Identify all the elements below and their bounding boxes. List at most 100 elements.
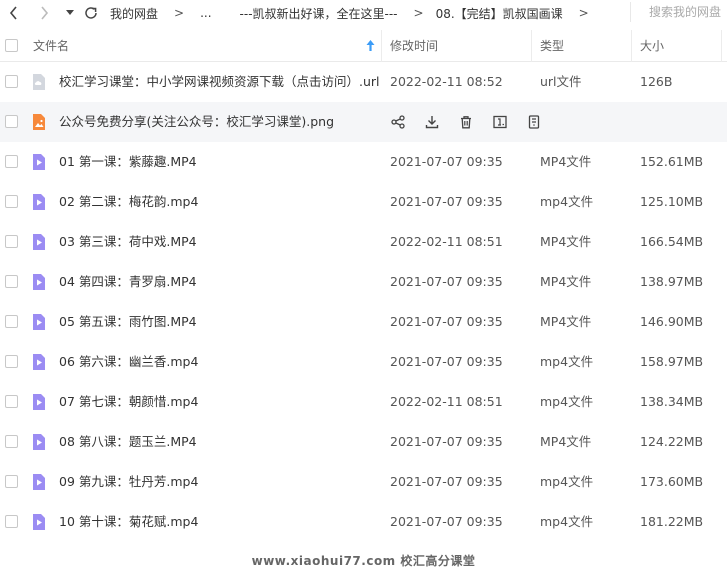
chevron-right-icon: > <box>413 6 424 20</box>
row-checkbox[interactable] <box>5 395 18 411</box>
column-divider[interactable] <box>381 30 382 62</box>
file-row[interactable]: 01 第一课：紫藤趣.MP4 2021-07-07 09:35 MP4文件 15… <box>0 142 727 182</box>
file-name[interactable]: 05 第五课：雨竹图.MP4 <box>59 302 197 342</box>
column-header-name[interactable]: 文件名 <box>33 30 69 62</box>
share-button[interactable] <box>390 114 406 130</box>
file-modified: 2021-07-07 09:35 <box>390 434 503 449</box>
file-row[interactable]: 08 第八课：题玉兰.MP4 2021-07-07 09:35 MP4文件 12… <box>0 422 727 462</box>
file-name[interactable]: 09 第九课：牡丹芳.mp4 <box>59 462 198 502</box>
row-checkbox[interactable] <box>5 355 18 371</box>
delete-button[interactable] <box>458 114 474 130</box>
file-size: 181.22MB <box>640 514 704 529</box>
file-type: url文件 <box>540 74 582 89</box>
more-button[interactable] <box>526 114 542 130</box>
file-size: 166.54MB <box>640 234 704 249</box>
video-file-icon <box>33 434 45 450</box>
file-type: mp4文件 <box>540 394 594 409</box>
file-type: MP4文件 <box>540 434 592 449</box>
file-name[interactable]: 10 第十课：菊花赋.mp4 <box>59 502 198 542</box>
file-row[interactable]: 03 第三课：荷中戏.MP4 2022-02-11 08:51 MP4文件 16… <box>0 222 727 262</box>
row-checkbox[interactable] <box>5 195 18 211</box>
row-actions <box>390 114 560 130</box>
row-checkbox[interactable] <box>5 275 18 291</box>
file-row[interactable]: 09 第九课：牡丹芳.mp4 2021-07-07 09:35 mp4文件 17… <box>0 462 727 502</box>
rename-button[interactable] <box>492 114 508 130</box>
file-name[interactable]: 02 第二课：梅花韵.mp4 <box>59 182 198 222</box>
back-button[interactable] <box>0 0 28 26</box>
file-row[interactable]: 06 第六课：幽兰香.mp4 2021-07-07 09:35 mp4文件 15… <box>0 342 727 382</box>
video-file-icon <box>33 154 45 170</box>
more-icon <box>528 115 540 129</box>
breadcrumb-current[interactable]: 08.【完结】凯叔国画课 <box>436 5 563 22</box>
row-checkbox[interactable] <box>5 475 18 491</box>
file-list-header: 文件名 修改时间 类型 大小 <box>0 30 727 62</box>
file-row[interactable]: 公众号免费分享(关注公众号：校汇学习课堂).png <box>0 102 727 142</box>
file-row[interactable]: 07 第七课：朝颜惜.mp4 2022-02-11 08:51 mp4文件 13… <box>0 382 727 422</box>
file-modified: 2022-02-11 08:52 <box>390 74 503 89</box>
file-name[interactable]: 校汇学习课堂：中小学网课视频资源下载（点击访问）.url <box>59 62 380 102</box>
file-name[interactable]: 08 第八课：题玉兰.MP4 <box>59 422 197 462</box>
breadcrumb-root[interactable]: 我的网盘 <box>110 5 158 22</box>
toolbar: 我的网盘 > ... ---凯叔新出好课，全在这里--- > 08.【完结】凯叔… <box>0 0 727 26</box>
sort-ascending-icon[interactable] <box>366 40 375 51</box>
row-checkbox[interactable] <box>5 155 18 171</box>
file-modified: 2021-07-07 09:35 <box>390 314 503 329</box>
file-name[interactable]: 公众号免费分享(关注公众号：校汇学习课堂).png <box>59 102 334 142</box>
image-file-icon <box>33 114 45 130</box>
video-file-icon <box>33 234 45 250</box>
file-size: 158.97MB <box>640 354 704 369</box>
file-type: MP4文件 <box>540 154 592 169</box>
trash-icon <box>461 116 471 129</box>
file-type: MP4文件 <box>540 314 592 329</box>
row-checkbox[interactable] <box>5 235 18 251</box>
file-type: MP4文件 <box>540 274 592 289</box>
breadcrumb-parent[interactable]: ---凯叔新出好课，全在这里--- <box>240 5 398 22</box>
column-divider[interactable] <box>531 30 532 62</box>
column-divider[interactable] <box>631 30 632 62</box>
row-checkbox[interactable] <box>5 315 18 331</box>
select-all-checkbox[interactable] <box>5 39 18 55</box>
forward-button[interactable] <box>30 0 58 26</box>
file-name[interactable]: 06 第六课：幽兰香.mp4 <box>59 342 198 382</box>
file-name[interactable]: 04 第四课：青罗扇.MP4 <box>59 262 197 302</box>
file-row[interactable]: 05 第五课：雨竹图.MP4 2021-07-07 09:35 MP4文件 14… <box>0 302 727 342</box>
file-modified: 2021-07-07 09:35 <box>390 154 503 169</box>
refresh-button[interactable] <box>80 0 102 26</box>
share-icon <box>391 115 405 129</box>
file-name[interactable]: 07 第七课：朝颜惜.mp4 <box>59 382 198 422</box>
row-checkbox[interactable] <box>5 75 18 91</box>
video-file-icon <box>33 314 45 330</box>
file-row[interactable]: 10 第十课：菊花赋.mp4 2021-07-07 09:35 mp4文件 18… <box>0 502 727 542</box>
column-header-modified[interactable]: 修改时间 <box>390 30 438 62</box>
row-checkbox[interactable] <box>5 435 18 451</box>
file-name[interactable]: 01 第一课：紫藤趣.MP4 <box>59 142 197 182</box>
column-header-type[interactable]: 类型 <box>540 30 564 62</box>
history-dropdown-button[interactable] <box>62 0 78 26</box>
file-type: mp4文件 <box>540 514 594 529</box>
file-name[interactable]: 03 第三课：荷中戏.MP4 <box>59 222 197 262</box>
file-size: 152.61MB <box>640 154 704 169</box>
video-file-icon <box>33 514 45 530</box>
row-checkbox[interactable] <box>5 515 18 531</box>
download-button[interactable] <box>424 114 440 130</box>
file-size: 138.34MB <box>640 394 704 409</box>
search-input[interactable]: 搜索我的网盘 <box>630 2 727 22</box>
file-type: mp4文件 <box>540 194 594 209</box>
breadcrumb-ellipsis[interactable]: ... <box>200 6 211 20</box>
video-file-icon <box>33 194 45 210</box>
file-size: 125.10MB <box>640 194 704 209</box>
file-row[interactable]: 04 第四课：青罗扇.MP4 2021-07-07 09:35 MP4文件 13… <box>0 262 727 302</box>
file-row[interactable]: 02 第二课：梅花韵.mp4 2021-07-07 09:35 mp4文件 12… <box>0 182 727 222</box>
caret-down-icon <box>66 10 74 15</box>
file-size: 138.97MB <box>640 274 704 289</box>
video-file-icon <box>33 354 45 370</box>
file-row[interactable]: 校汇学习课堂：中小学网课视频资源下载（点击访问）.url 2022-02-11 … <box>0 62 727 102</box>
column-header-size[interactable]: 大小 <box>640 30 664 62</box>
chevron-left-icon <box>9 6 17 20</box>
column-divider[interactable] <box>721 30 722 62</box>
refresh-icon <box>85 7 97 19</box>
row-checkbox[interactable] <box>5 115 18 131</box>
breadcrumb: 我的网盘 > ... ---凯叔新出好课，全在这里--- > 08.【完结】凯叔… <box>110 5 605 22</box>
video-file-icon <box>33 474 45 490</box>
file-size: 124.22MB <box>640 434 704 449</box>
